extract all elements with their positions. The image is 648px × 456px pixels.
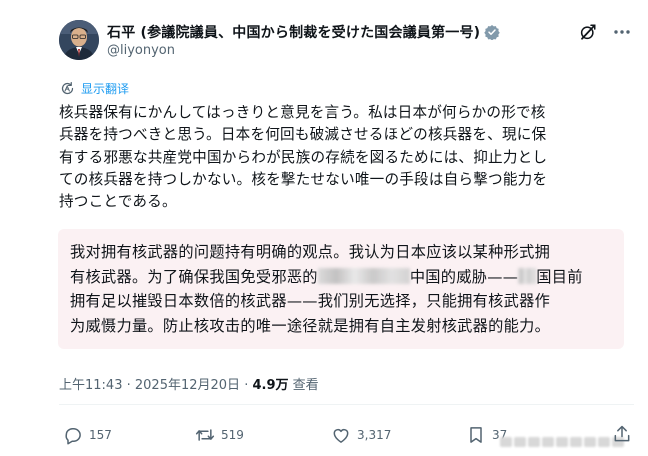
avatar[interactable] <box>59 20 99 60</box>
bookmark-icon <box>470 427 482 443</box>
tweet-date[interactable]: 2025年12月20日 <box>135 378 240 393</box>
author-name-row[interactable]: 石平 (参議院議員、中国から制裁を受けた国会議員第一号) <box>107 22 501 42</box>
more-icon[interactable] <box>612 22 632 42</box>
meta-separator: · <box>244 378 249 393</box>
translation-line: 我对拥有核武器的问题持有明确的观点。我认为日本应该以某种形式拥 <box>70 243 551 261</box>
translate-icon <box>61 81 74 95</box>
translation-text: 我对拥有核武器的问题持有明确的观点。我认为日本应该以某种形式拥 有核武器。为了确… <box>70 240 615 338</box>
translation-segment: 有核武器。为了确保我国免受邪恶的 <box>70 267 318 286</box>
tweet-time[interactable]: 上午11:43 <box>59 378 122 393</box>
verified-badge-icon <box>484 24 501 41</box>
like-icon <box>333 428 349 443</box>
views-count: 4.9万 <box>252 378 289 393</box>
share-icon[interactable] <box>612 424 632 448</box>
reply-count: 157 <box>89 428 112 442</box>
divider <box>59 404 634 405</box>
tweet-card: 石平 (参議院議員、中国から制裁を受けた国会議員第一号) @liyonyon 显… <box>0 0 648 456</box>
translation-line: 拥有足以摧毁日本数倍的核武器——我们别无选择，只能拥有核武器作 <box>70 292 551 310</box>
reply-button[interactable]: 157 <box>63 425 112 445</box>
like-count: 3,317 <box>357 428 392 442</box>
translation-segment: 中国的威胁—— <box>409 267 519 286</box>
translation-line: 有核武器。为了确保我国免受邪恶的 中国的威胁—— 国目前 <box>70 265 615 290</box>
censored-blur <box>518 267 537 284</box>
censored-blur <box>317 267 410 284</box>
grok-icon[interactable] <box>579 23 597 41</box>
reply-icon <box>65 428 81 445</box>
tweet-body: 核兵器保有にかんしてはっきりと意見を言う。私は日本が何らかの形で核 兵器を持つべ… <box>59 102 627 213</box>
tweet-meta: 上午11:43 · 2025年12月20日 · 4.9万 查看 <box>59 374 319 393</box>
meta-separator: · <box>126 378 131 393</box>
retweet-button[interactable]: 519 <box>195 425 244 445</box>
tweet-body-line: 持つことである。 <box>59 193 177 211</box>
avatar-image <box>59 20 99 60</box>
tweet-body-line: ての核兵器を持つしかない。核を撃たせない唯一の手段は自ら撃つ能力を <box>59 170 548 188</box>
show-translation-link[interactable]: 显示翻译 <box>60 80 129 97</box>
tweet-body-line: 兵器を持つべきと思う。日本を何回も破滅させるほどの核兵器を、現に保 <box>59 126 547 144</box>
author-display-name[interactable]: 石平 (参議院議員、中国から制裁を受けた国会議員第一号) <box>107 22 480 42</box>
tweet-body-line: 有する邪悪な共産党中国からわが民族の存続を図るためには、抑止力とし <box>59 148 548 166</box>
translation-box: 我对拥有核武器的问题持有明确的观点。我认为日本应该以某种形式拥 有核武器。为了确… <box>58 229 624 349</box>
translation-line: 为威慑力量。防止核攻击的唯一途径就是拥有自主发射核武器的能力。 <box>70 316 551 335</box>
retweet-count: 519 <box>221 428 244 442</box>
author-handle[interactable]: @liyonyon <box>107 43 175 58</box>
show-translation-label[interactable]: 显示翻译 <box>81 80 129 97</box>
translation-segment: 国目前 <box>536 267 583 286</box>
tweet-body-line: 核兵器保有にかんしてはっきりと意見を言う。私は日本が何らかの形で核 <box>59 104 546 121</box>
views-label: 查看 <box>292 378 319 393</box>
retweet-icon <box>195 429 215 441</box>
like-button[interactable]: 3,317 <box>331 425 391 445</box>
